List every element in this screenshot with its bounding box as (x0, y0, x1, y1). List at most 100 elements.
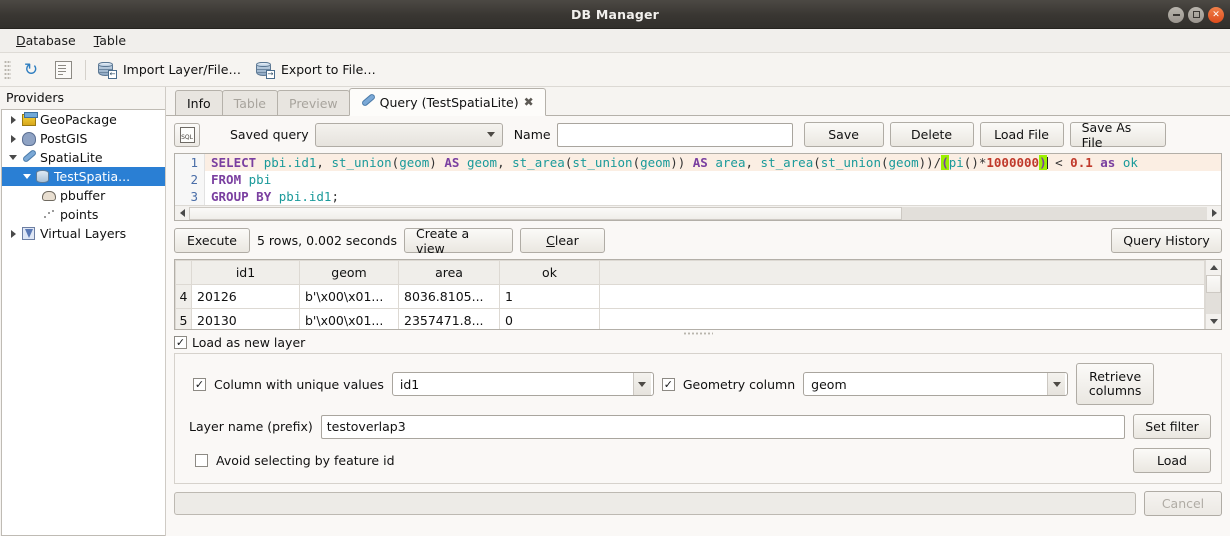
cell-ok[interactable]: 1 (499, 284, 600, 309)
editor-horizontal-scrollbar[interactable] (175, 205, 1221, 220)
save-as-file-button[interactable]: Save As File (1069, 120, 1166, 150)
sql-token: geom (640, 155, 671, 170)
cancel-button: Cancel (1144, 491, 1222, 516)
results-table-viewport[interactable]: id1 geom area ok 4 20126 b'\x00\x01... 8… (175, 260, 1205, 329)
import-layer-file-button[interactable]: ← Import Layer/File… (93, 58, 249, 82)
export-to-file-button[interactable]: → Export to File… (251, 58, 384, 82)
refresh-icon: ↻ (23, 59, 39, 80)
avoid-feature-id-checkbox[interactable] (195, 454, 208, 467)
layer-name-label: Layer name (prefix) (189, 419, 313, 434)
sidebar-item-label: PostGIS (40, 131, 88, 146)
chevron-down-icon[interactable] (632, 373, 651, 395)
virtual-layers-icon (20, 227, 37, 240)
window-controls: ✕ (1168, 0, 1224, 29)
sql-code-area[interactable]: SELECT pbi.id1, st_union(geom) AS geom, … (205, 154, 1221, 205)
sql-editor-lines[interactable]: 1 2 3 SELECT pbi.id1, st_union(geom) AS … (175, 154, 1221, 205)
clear-button[interactable]: Clear (519, 228, 605, 253)
name-input[interactable] (556, 122, 793, 147)
set-filter-button[interactable]: Set filter (1133, 414, 1211, 439)
sql-token: area (715, 155, 746, 170)
column-header-id1[interactable]: id1 (191, 260, 300, 285)
load-as-new-layer-checkbox[interactable]: ✓ (174, 336, 187, 349)
title-bar: DB Manager ✕ (0, 0, 1230, 29)
saved-query-combo[interactable] (314, 122, 503, 147)
scroll-right-icon[interactable] (1207, 206, 1221, 220)
scroll-up-icon[interactable] (1206, 260, 1221, 275)
expander-expanded-icon[interactable] (20, 174, 34, 179)
sidebar-item-points[interactable]: points (2, 205, 165, 224)
load-file-button[interactable]: Load File (979, 122, 1064, 147)
cell-area[interactable]: 8036.8105... (398, 284, 500, 309)
save-button[interactable]: Save (803, 122, 884, 147)
table-row[interactable]: 4 20126 b'\x00\x01... 8036.8105... 1 (175, 284, 1205, 309)
expander-collapsed-icon[interactable] (6, 134, 20, 143)
content-panel: Info Table Preview Query (TestSpatiaLite… (166, 87, 1230, 536)
minimize-icon[interactable] (1168, 6, 1184, 23)
sql-token: ) (429, 155, 445, 170)
sql-token: as (1100, 155, 1116, 170)
column-header-area[interactable]: area (398, 260, 500, 285)
geometry-column-checkbox[interactable]: ✓ (661, 377, 675, 391)
sidebar-item-pbuffer[interactable]: pbuffer (2, 186, 165, 205)
polygon-icon (40, 190, 57, 201)
tab-query[interactable]: Query (TestSpatiaLite) ✖ (348, 88, 546, 116)
menu-table[interactable]: Table (86, 30, 134, 51)
tab-close-icon[interactable]: ✖ (524, 95, 534, 109)
refresh-button[interactable]: ↻ (16, 56, 46, 84)
query-history-button[interactable]: Query History (1111, 228, 1222, 253)
scroll-track[interactable] (189, 206, 1207, 220)
sidebar-item-testspatialite[interactable]: TestSpatia... (2, 167, 165, 186)
providers-tree[interactable]: GeoPackage PostGIS SpatiaLite TestSpatia… (1, 109, 165, 536)
scroll-thumb[interactable] (189, 206, 902, 220)
load-as-new-layer-row[interactable]: ✓ Load as new layer (174, 335, 1222, 350)
sql-window-button[interactable] (48, 56, 78, 84)
cell-geom[interactable]: b'\x00\x01... (299, 308, 399, 329)
menu-database[interactable]: Database (8, 30, 84, 51)
geometry-column-label: Geometry column (682, 376, 796, 392)
cell-id1[interactable]: 20130 (191, 308, 300, 329)
expander-collapsed-icon[interactable] (6, 115, 20, 124)
maximize-icon[interactable] (1188, 6, 1204, 23)
scroll-left-icon[interactable] (175, 206, 189, 220)
scroll-down-icon[interactable] (1206, 314, 1221, 329)
expander-expanded-icon[interactable] (6, 155, 20, 160)
column-header-ok[interactable]: ok (499, 260, 600, 285)
cell-ok[interactable]: 0 (499, 308, 600, 329)
sql-editor[interactable]: 1 2 3 SELECT pbi.id1, st_union(geom) AS … (174, 153, 1222, 221)
retrieve-columns-label-1: Retrieve (1089, 369, 1142, 384)
sidebar-item-spatialite[interactable]: SpatiaLite (2, 148, 165, 167)
column-header-geom[interactable]: geom (299, 260, 399, 285)
cell-geom[interactable]: b'\x00\x01... (299, 284, 399, 309)
results-table[interactable]: id1 geom area ok 4 20126 b'\x00\x01... 8… (174, 259, 1222, 330)
layer-name-input[interactable]: testoverlap3 (320, 414, 1125, 439)
sidebar-item-geopackage[interactable]: GeoPackage (2, 110, 165, 129)
saved-query-label: Saved query (230, 127, 309, 142)
toolbar-grip[interactable] (4, 59, 11, 80)
tab-info[interactable]: Info (175, 90, 223, 115)
execute-button[interactable]: Execute (174, 228, 250, 253)
delete-button[interactable]: Delete (889, 122, 974, 147)
unique-column-combo[interactable]: id1 (391, 372, 654, 396)
scroll-thumb[interactable] (1206, 275, 1221, 293)
sidebar-item-postgis[interactable]: PostGIS (2, 129, 165, 148)
table-header-row: id1 geom area ok (175, 260, 1205, 285)
chevron-down-icon[interactable] (482, 124, 500, 146)
create-view-button[interactable]: Create a view (403, 226, 513, 256)
chevron-down-icon[interactable] (1047, 373, 1066, 395)
sidebar-item-virtual-layers[interactable]: Virtual Layers (2, 224, 165, 243)
retrieve-columns-button[interactable]: Retrieve columns (1076, 363, 1155, 405)
cell-area[interactable]: 2357471.8... (398, 308, 500, 329)
sql-icon-button[interactable]: SQL (174, 122, 200, 147)
expander-collapsed-icon[interactable] (6, 229, 20, 238)
table-row[interactable]: 5 20130 b'\x00\x01... 2357471.8... 0 (175, 308, 1205, 329)
unique-column-checkbox[interactable]: ✓ (193, 377, 206, 391)
close-icon[interactable]: ✕ (1208, 6, 1224, 23)
load-button[interactable]: Load (1133, 448, 1211, 473)
sql-token: geom (466, 155, 498, 170)
results-vertical-scrollbar[interactable] (1205, 260, 1221, 329)
scroll-track[interactable] (1206, 275, 1221, 314)
cell-id1[interactable]: 20126 (191, 284, 300, 309)
geometry-column-combo[interactable]: geom (803, 372, 1069, 396)
